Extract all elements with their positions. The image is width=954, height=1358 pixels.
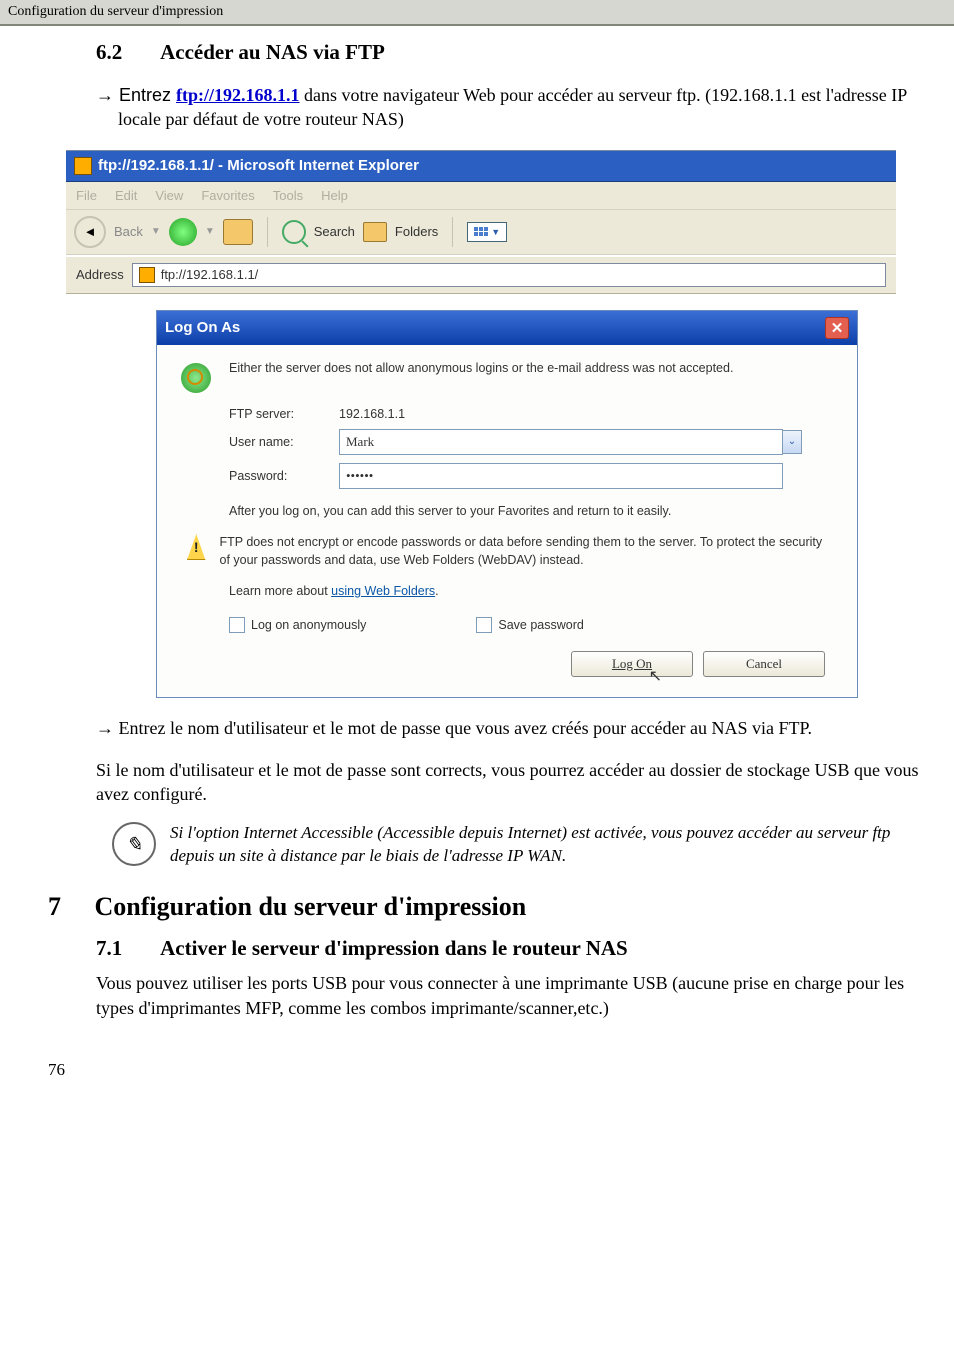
up-folder-button[interactable] [223, 219, 253, 245]
ftp-server-value: 192.168.1.1 [339, 407, 405, 421]
key-icon [181, 363, 211, 393]
toolbar-divider [267, 217, 268, 247]
page-header: Configuration du serveur d'impression [0, 0, 954, 26]
ie-address-bar: Address ftp://192.168.1.1/ [66, 255, 896, 294]
menu-view[interactable]: View [155, 188, 183, 203]
cursor-icon: ↖ [649, 666, 662, 686]
views-button[interactable]: ▼ [467, 222, 507, 242]
ie-menubar: File Edit View Favorites Tools Help [66, 182, 896, 210]
heading-7-1-num: 7.1 [96, 936, 156, 961]
save-password-row[interactable]: Save password [476, 617, 583, 633]
save-password-checkbox[interactable] [476, 617, 492, 633]
ie-toolbar: ◄ Back ▼ ▼ Search Folders ▼ [66, 210, 896, 255]
close-icon[interactable]: ✕ [825, 317, 849, 339]
password-field[interactable]: •••••• [339, 463, 783, 489]
logon-dialog-titlebar: Log On As ✕ [157, 311, 857, 345]
learn-suffix: . [435, 584, 438, 598]
arrow-icon: → Entrez [96, 85, 176, 105]
heading-7-1: 7.1 Activer le serveur d'impression dans… [96, 936, 924, 961]
note-row: ✎ Si l'option Internet Accessible (Acces… [112, 822, 924, 868]
ie-app-icon [74, 157, 92, 175]
logon-button-label: Log On [612, 656, 652, 671]
learn-prefix: Learn more about [229, 584, 331, 598]
bullet-enter-credentials: → Entrez le nom d'utilisateur et le mot … [118, 716, 924, 740]
menu-favorites[interactable]: Favorites [201, 188, 254, 203]
logon-intro-text: Either the server does not allow anonymo… [229, 361, 733, 375]
forward-button[interactable] [169, 218, 197, 246]
ie-window: ftp://192.168.1.1/ - Microsoft Internet … [66, 150, 896, 698]
save-password-label: Save password [498, 618, 583, 632]
ie-title-text: ftp://192.168.1.1/ - Microsoft Internet … [98, 157, 419, 174]
logon-dialog-title: Log On As [165, 319, 240, 336]
views-grid-icon [474, 227, 488, 236]
username-field[interactable]: Mark [339, 429, 783, 455]
heading-7-1-title: Activer le serveur d'impression dans le … [160, 936, 628, 960]
address-field[interactable]: ftp://192.168.1.1/ [132, 263, 886, 287]
address-label: Address [76, 267, 124, 282]
back-button[interactable]: ◄ [74, 216, 106, 248]
logon-button[interactable]: Log On ↖ [571, 651, 693, 677]
bullet-enter-ftp: → Entrez ftp://192.168.1.1 dans votre na… [118, 83, 924, 132]
note-text: Si l'option Internet Accessible (Accessi… [170, 822, 924, 868]
menu-tools[interactable]: Tools [273, 188, 303, 203]
anon-checkbox[interactable] [229, 617, 245, 633]
menu-edit[interactable]: Edit [115, 188, 137, 203]
heading-6-2: 6.2 Accéder au NAS via FTP [96, 40, 924, 65]
web-folders-link[interactable]: using Web Folders [331, 584, 435, 598]
back-dropdown-icon[interactable]: ▼ [151, 226, 161, 237]
address-site-icon [139, 267, 155, 283]
username-dropdown-icon[interactable]: ⌄ [783, 430, 802, 454]
forward-dropdown-icon[interactable]: ▼ [205, 226, 215, 237]
page-number: 76 [48, 1060, 924, 1080]
logon-after-text: After you log on, you can add this serve… [229, 503, 835, 521]
pencil-note-icon: ✎ [112, 822, 156, 866]
folders-label[interactable]: Folders [395, 224, 438, 239]
search-label[interactable]: Search [314, 224, 355, 239]
logon-dialog: Log On As ✕ Either the server does not a… [156, 310, 858, 698]
heading-7: 7 Configuration du serveur d'impression [48, 892, 924, 922]
menu-file[interactable]: File [76, 188, 97, 203]
para-usb-ports: Vous pouvez utiliser les ports USB pour … [96, 971, 924, 1020]
heading-6-2-num: 6.2 [96, 40, 156, 65]
heading-6-2-title: Accéder au NAS via FTP [160, 40, 385, 64]
heading-7-num: 7 [48, 892, 88, 922]
search-icon[interactable] [282, 220, 306, 244]
menu-help[interactable]: Help [321, 188, 348, 203]
back-label[interactable]: Back [114, 224, 143, 239]
folders-icon[interactable] [363, 222, 387, 242]
anon-checkbox-row[interactable]: Log on anonymously [229, 617, 366, 633]
ftp-server-label: FTP server: [229, 407, 339, 421]
learn-more-line: Learn more about using Web Folders. [229, 583, 835, 601]
views-dropdown-icon: ▼ [491, 227, 500, 237]
anon-checkbox-label: Log on anonymously [251, 618, 366, 632]
username-label: User name: [229, 435, 339, 449]
logon-warning-text: FTP does not encrypt or encode passwords… [220, 534, 836, 569]
heading-7-title: Configuration du serveur d'impression [95, 892, 527, 921]
password-label: Password: [229, 469, 339, 483]
warning-icon [187, 534, 206, 560]
address-value: ftp://192.168.1.1/ [161, 267, 259, 282]
para-if-correct: Si le nom d'utilisateur et le mot de pas… [96, 758, 924, 807]
ftp-link[interactable]: ftp://192.168.1.1 [176, 85, 300, 105]
ie-titlebar: ftp://192.168.1.1/ - Microsoft Internet … [66, 151, 896, 182]
cancel-button[interactable]: Cancel [703, 651, 825, 677]
toolbar-divider-2 [452, 217, 453, 247]
